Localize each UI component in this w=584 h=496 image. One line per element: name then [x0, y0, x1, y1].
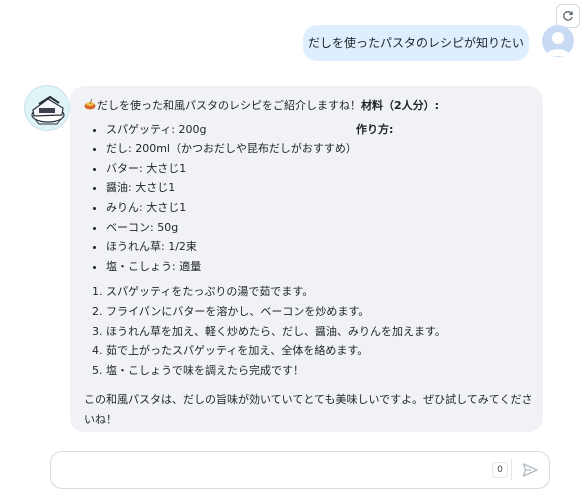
ingredients-list: スパゲッティ: 200g だし: 200ml（かつおだしや昆布だしがおすすめ） …: [84, 120, 529, 277]
message-composer: [50, 451, 550, 489]
recipe-body: スパゲッティ: 200g だし: 200ml（かつおだしや昆布だしがおすすめ） …: [84, 120, 529, 277]
ingredient-item: バター: 大さじ1: [106, 159, 529, 179]
bot-avatar: [24, 85, 70, 131]
step-item: 茹で上がったスパゲッティを加え、全体を絡めます。: [106, 341, 529, 361]
step-item: フライパンにバターを溶かし、ベーコンを炒めます。: [106, 302, 529, 322]
ingredients-heading: 材料（2人分）:: [361, 99, 440, 112]
ingredient-item: みりん: 大さじ1: [106, 198, 529, 218]
step-item: ほうれん草を加え、軽く炒めたら、だし、醤油、みりんを加えます。: [106, 322, 529, 342]
steps-list: スパゲッティをたっぷりの湯で茹でます。 フライパンにバターを溶かし、ベーコンを炒…: [84, 282, 529, 380]
ingredient-item: ベーコン: 50g: [106, 218, 529, 238]
send-icon: [522, 463, 538, 477]
bot-closing-text: この和風パスタは、だしの旨味が効いていてとても美味しいですよ。ぜひ試してみてくだ…: [84, 393, 533, 426]
send-button[interactable]: [518, 459, 542, 481]
chat-page: だしを使ったパスタのレシピが知りたい だしを使った和風パスタのレシピをご紹介しま…: [0, 0, 584, 496]
ingredient-item: ほうれん草: 1/2束: [106, 237, 529, 257]
ingredient-item: だし: 200ml（かつおだしや昆布だしがおすすめ）: [106, 139, 529, 159]
ingredient-item: 塩・こしょう: 適量: [106, 257, 529, 277]
bot-message-bubble: だしを使った和風パスタのレシピをご紹介しますね！材料（2人分）: スパゲッティ:…: [70, 86, 543, 432]
ingredient-item: 醤油: 大さじ1: [106, 178, 529, 198]
user-message-bubble: だしを使ったパスタのレシピが知りたい: [303, 25, 529, 61]
message-input[interactable]: [63, 461, 487, 481]
user-avatar: [542, 25, 574, 57]
char-counter: 0: [492, 462, 508, 478]
pasta-emoji-icon: [84, 98, 96, 110]
bot-intro-text: だしを使った和風パスタのレシピをご紹介しますね！: [97, 99, 361, 112]
composer-divider: [511, 459, 512, 481]
step-item: スパゲッティをたっぷりの湯で茹でます。: [106, 282, 529, 302]
bot-intro: だしを使った和風パスタのレシピをご紹介しますね！材料（2人分）:: [84, 96, 529, 116]
bot-avatar-icon: [31, 95, 65, 125]
refresh-icon: [563, 11, 573, 21]
user-avatar-icon: [546, 32, 570, 56]
step-item: 塩・こしょうで味を調えたら完成です！: [106, 361, 529, 381]
steps-heading: 作り方:: [356, 122, 394, 136]
ingredient-item: スパゲッティ: 200g: [106, 120, 529, 140]
